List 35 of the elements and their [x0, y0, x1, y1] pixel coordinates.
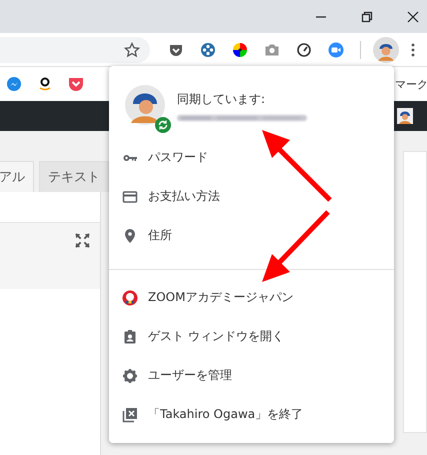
restore-icon[interactable]: [361, 10, 373, 22]
camera-icon[interactable]: [264, 42, 280, 58]
menu-item[interactable]: お支払い方法: [109, 177, 394, 216]
close-window-icon: [122, 406, 138, 422]
video-camera-icon[interactable]: [328, 42, 344, 58]
bookmark-label[interactable]: マーク: [395, 76, 427, 92]
menu-item[interactable]: パスワード: [109, 138, 394, 177]
settings-icon: [122, 368, 138, 384]
menu-item[interactable]: 「Takahiro Ogawa」を終了: [109, 395, 394, 434]
menu-item[interactable]: ユーザーを管理: [109, 356, 394, 395]
mascot-icon: [122, 290, 138, 306]
close-icon[interactable]: [407, 10, 419, 22]
avatar-icon[interactable]: [373, 36, 399, 62]
badge-icon: [122, 328, 138, 344]
arrow: [262, 210, 330, 282]
color-wheel-icon[interactable]: [232, 42, 248, 58]
arrow: [262, 130, 332, 202]
more-options-icon[interactable]: [411, 42, 415, 58]
sync-status: 同期しています:: [177, 90, 266, 108]
speedometer-icon[interactable]: [296, 42, 312, 58]
location-pin-icon: [122, 228, 138, 244]
menu-item[interactable]: ゲスト ウィンドウを開く: [109, 317, 394, 356]
gamepad-icon[interactable]: [200, 42, 216, 58]
avatar-icon: [125, 85, 165, 125]
pocket-icon[interactable]: [68, 76, 84, 92]
menu-item[interactable]: 住所: [109, 216, 394, 255]
menu-item[interactable]: ZOOMアカデミージャパン: [109, 278, 394, 317]
sync-icon: [155, 117, 171, 133]
editor-tab[interactable]: アル: [0, 161, 34, 192]
fullscreen-icon[interactable]: [75, 233, 90, 248]
credit-card-icon: [122, 188, 138, 204]
avatar-icon: [397, 108, 413, 124]
messenger-icon[interactable]: [6, 76, 22, 92]
star-icon[interactable]: [124, 42, 140, 58]
editor-tab[interactable]: テキスト: [39, 161, 109, 192]
